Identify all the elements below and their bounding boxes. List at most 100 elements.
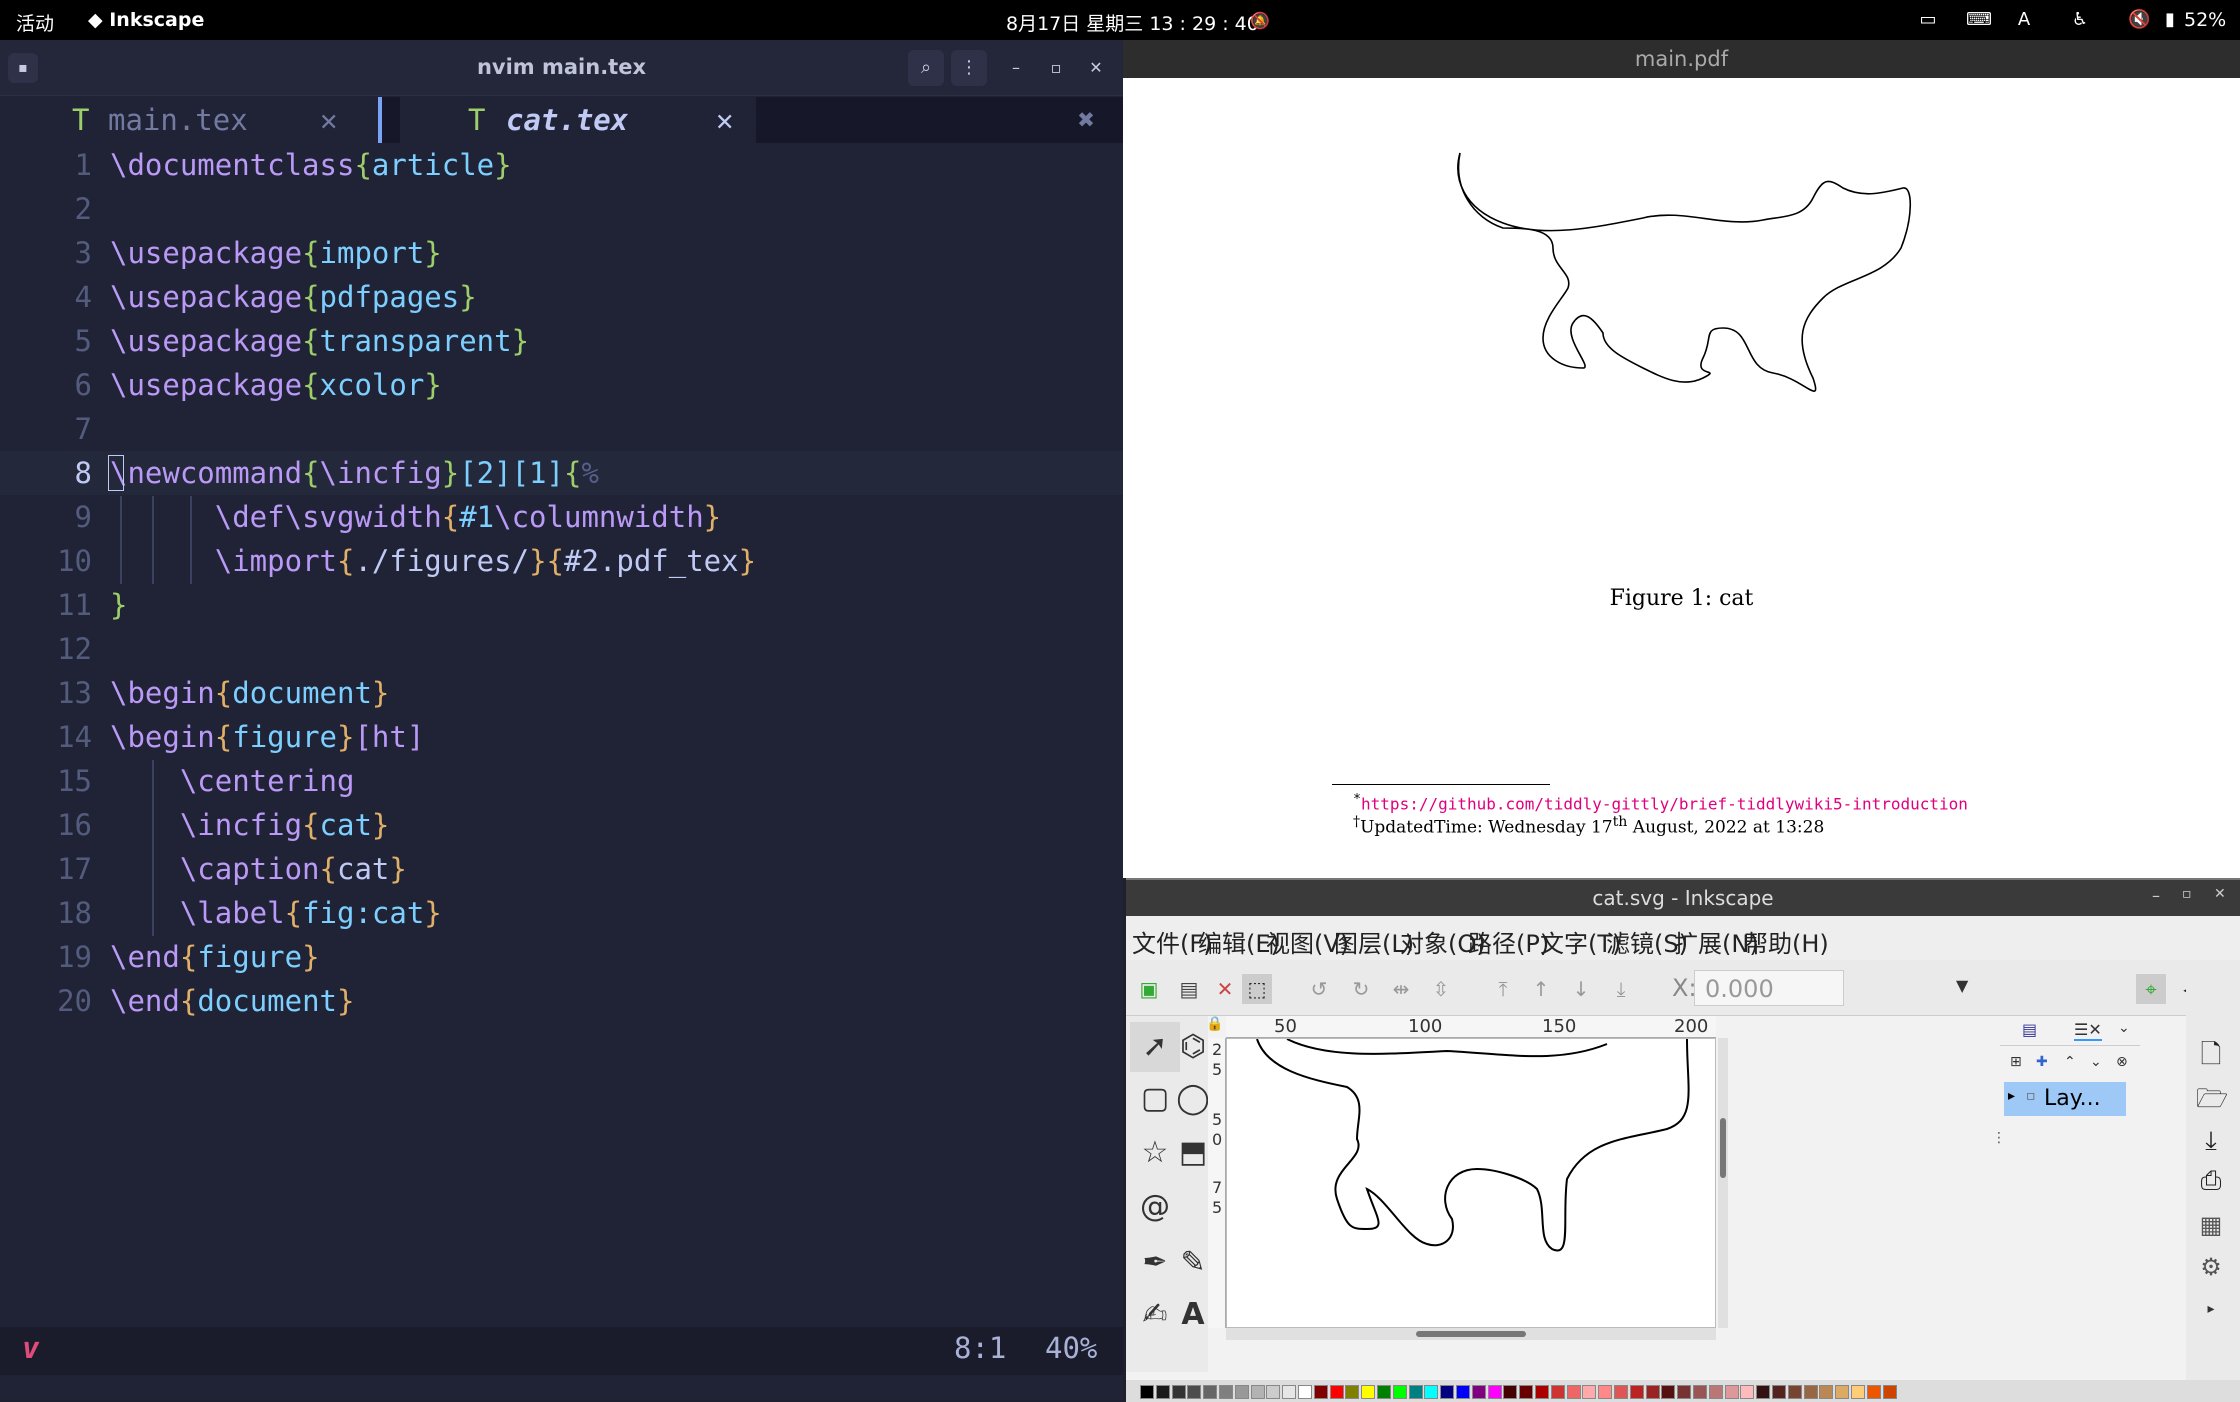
color-swatch[interactable] <box>1219 1385 1233 1399</box>
flip-vertical-icon[interactable]: ⇳ <box>1426 974 1456 1004</box>
expand-icon[interactable]: ▸ <box>2008 1088 2015 1104</box>
chevron-right-icon[interactable]: ▸ <box>2196 1294 2226 1324</box>
spiral-tool-icon[interactable]: @ <box>1130 1182 1180 1232</box>
color-swatch[interactable] <box>1392 1385 1407 1399</box>
raise-icon[interactable]: ↑ <box>1526 974 1556 1004</box>
color-swatch[interactable] <box>1440 1385 1455 1399</box>
color-swatch[interactable] <box>1708 1385 1723 1399</box>
color-swatch[interactable] <box>1803 1385 1818 1399</box>
color-swatch[interactable] <box>1724 1385 1739 1399</box>
deselect-icon[interactable]: ✕ <box>1210 974 1240 1004</box>
cat-drawing[interactable] <box>1227 1039 1716 1328</box>
code-line[interactable]: 19 \end{figure} <box>0 935 1123 979</box>
code-line[interactable]: 1 \documentclass{article} <box>0 143 1123 187</box>
keyboard-icon[interactable]: ⌨ <box>1966 10 1992 30</box>
tab-close-icon[interactable]: ✕ <box>716 97 733 143</box>
code-line[interactable]: 14 \begin{figure}[ht] <box>0 715 1123 759</box>
color-swatch[interactable] <box>1329 1385 1344 1399</box>
code-line[interactable]: 3 \usepackage{import} <box>0 231 1123 275</box>
close-all-tabs-icon[interactable]: ✖ <box>1078 97 1095 143</box>
search-icon[interactable]: ⌕ <box>908 50 944 86</box>
rotate-cw-icon[interactable]: ↻ <box>1346 974 1376 1004</box>
color-swatch[interactable] <box>1187 1385 1202 1399</box>
color-swatch[interactable] <box>1345 1385 1360 1399</box>
new-document-icon[interactable]: 🗋 <box>2196 1040 2226 1070</box>
touch-select-icon[interactable]: ⬚ <box>1242 974 1272 1004</box>
color-swatch[interactable] <box>1424 1385 1439 1399</box>
app-menu[interactable]: ◆ Inkscape <box>88 9 204 31</box>
color-swatch[interactable] <box>1740 1385 1755 1399</box>
code-line[interactable]: 4 \usepackage{pdfpages} <box>0 275 1123 319</box>
code-line[interactable]: 18 \label{fig:cat} <box>0 891 1123 935</box>
lower-bottom-icon[interactable]: ⤓ <box>1606 974 1636 1004</box>
close-icon[interactable]: ✕ <box>2214 886 2226 902</box>
x-input[interactable]: 0.000 <box>1694 970 1844 1006</box>
tab-main-tex[interactable]: T main.tex ✕ <box>0 97 378 143</box>
color-swatch[interactable] <box>1282 1385 1297 1399</box>
color-swatch[interactable] <box>1266 1385 1281 1399</box>
color-swatch[interactable] <box>1487 1385 1502 1399</box>
color-swatch[interactable] <box>1614 1385 1628 1399</box>
document-properties-icon[interactable]: ▦ <box>2196 1210 2226 1240</box>
accessibility-icon[interactable]: ♿ <box>2070 10 2090 30</box>
battery-icon[interactable]: ▮ <box>2160 10 2180 30</box>
code-line[interactable]: 10 \import{./figures/}{#2.pdf_tex} <box>0 539 1123 583</box>
tab-close-icon[interactable]: ✕ <box>320 97 337 143</box>
code-line[interactable]: 6 \usepackage{xcolor} <box>0 363 1123 407</box>
code-line[interactable]: 9 \def\svgwidth{#1\columnwidth} <box>0 495 1123 539</box>
color-swatch[interactable] <box>1835 1385 1850 1399</box>
minimize-icon[interactable]: – <box>1006 58 1026 77</box>
open-document-icon[interactable]: 🗁 <box>2196 1084 2228 1114</box>
color-palette[interactable] <box>1126 1380 2240 1402</box>
maximize-icon[interactable]: ▫ <box>1046 58 1066 77</box>
menu-item[interactable]: 帮助(H) <box>1744 924 1829 959</box>
color-swatch[interactable] <box>1203 1385 1218 1399</box>
activities-button[interactable]: 活动 <box>16 9 54 36</box>
color-swatch[interactable] <box>1250 1385 1265 1399</box>
color-swatch[interactable] <box>1456 1385 1470 1399</box>
select-all-layers-icon[interactable]: ▤ <box>1174 974 1204 1004</box>
preferences-icon[interactable]: ⚙ <box>2196 1252 2226 1282</box>
code-line[interactable]: 15 \centering <box>0 759 1123 803</box>
code-line[interactable]: 17 \caption{cat} <box>0 847 1123 891</box>
color-swatch[interactable] <box>1535 1385 1549 1399</box>
color-swatch[interactable] <box>1661 1385 1676 1399</box>
snap-toggle-icon[interactable]: ⌖ <box>2136 974 2166 1004</box>
tab-cat-tex[interactable]: T cat.tex ✕ <box>400 97 756 143</box>
color-swatch[interactable] <box>1377 1385 1391 1399</box>
color-swatch[interactable] <box>1629 1385 1644 1399</box>
layers-tab-icon[interactable]: ☰✕ <box>2074 1020 2102 1041</box>
color-swatch[interactable] <box>1677 1385 1692 1399</box>
color-swatch[interactable] <box>1645 1385 1660 1399</box>
layer-row[interactable]: ▸ ▫ Lay... <box>2004 1082 2126 1116</box>
color-swatch[interactable] <box>1598 1385 1613 1399</box>
save-icon[interactable]: ⤓ <box>2196 1126 2226 1156</box>
code-line[interactable]: 12 <box>0 627 1123 671</box>
menu-item[interactable]: 路径(P) <box>1468 924 1549 959</box>
code-line[interactable]: 5 \usepackage{transparent} <box>0 319 1123 363</box>
input-method-icon[interactable]: A <box>2014 10 2034 30</box>
color-swatch[interactable] <box>1155 1385 1170 1399</box>
flip-horizontal-icon[interactable]: ⇹ <box>1386 974 1416 1004</box>
color-swatch[interactable] <box>1298 1385 1312 1399</box>
vertical-scrollbar[interactable] <box>1718 1038 1728 1328</box>
minimize-icon[interactable]: – <box>2152 886 2160 905</box>
color-swatch[interactable] <box>1171 1385 1186 1399</box>
fill-stroke-tab-icon[interactable]: ▤ <box>2022 1020 2037 1039</box>
panel-drag-handle[interactable]: ⋮ <box>1992 1130 2006 1146</box>
color-swatch[interactable] <box>1787 1385 1802 1399</box>
code-line[interactable]: 7 <box>0 407 1123 451</box>
add-layer-icon[interactable]: ⊞ <box>2010 1054 2022 1070</box>
drawing-canvas[interactable] <box>1226 1038 1716 1328</box>
color-swatch[interactable] <box>1234 1385 1249 1399</box>
select-all-icon[interactable]: ▣ <box>1134 974 1164 1004</box>
color-swatch[interactable] <box>1772 1385 1786 1399</box>
lower-icon[interactable]: ↓ <box>1566 974 1596 1004</box>
code-line[interactable]: 8 \newcommand{\incfig}[2][1]{% <box>0 451 1123 495</box>
color-swatch[interactable] <box>1313 1385 1328 1399</box>
code-line[interactable]: 13 \begin{document} <box>0 671 1123 715</box>
print-icon[interactable]: ⎙ <box>2196 1166 2226 1196</box>
color-swatch[interactable] <box>1361 1385 1376 1399</box>
plus-icon[interactable]: ✚ <box>2036 1054 2048 1070</box>
color-swatch[interactable] <box>1503 1385 1518 1399</box>
